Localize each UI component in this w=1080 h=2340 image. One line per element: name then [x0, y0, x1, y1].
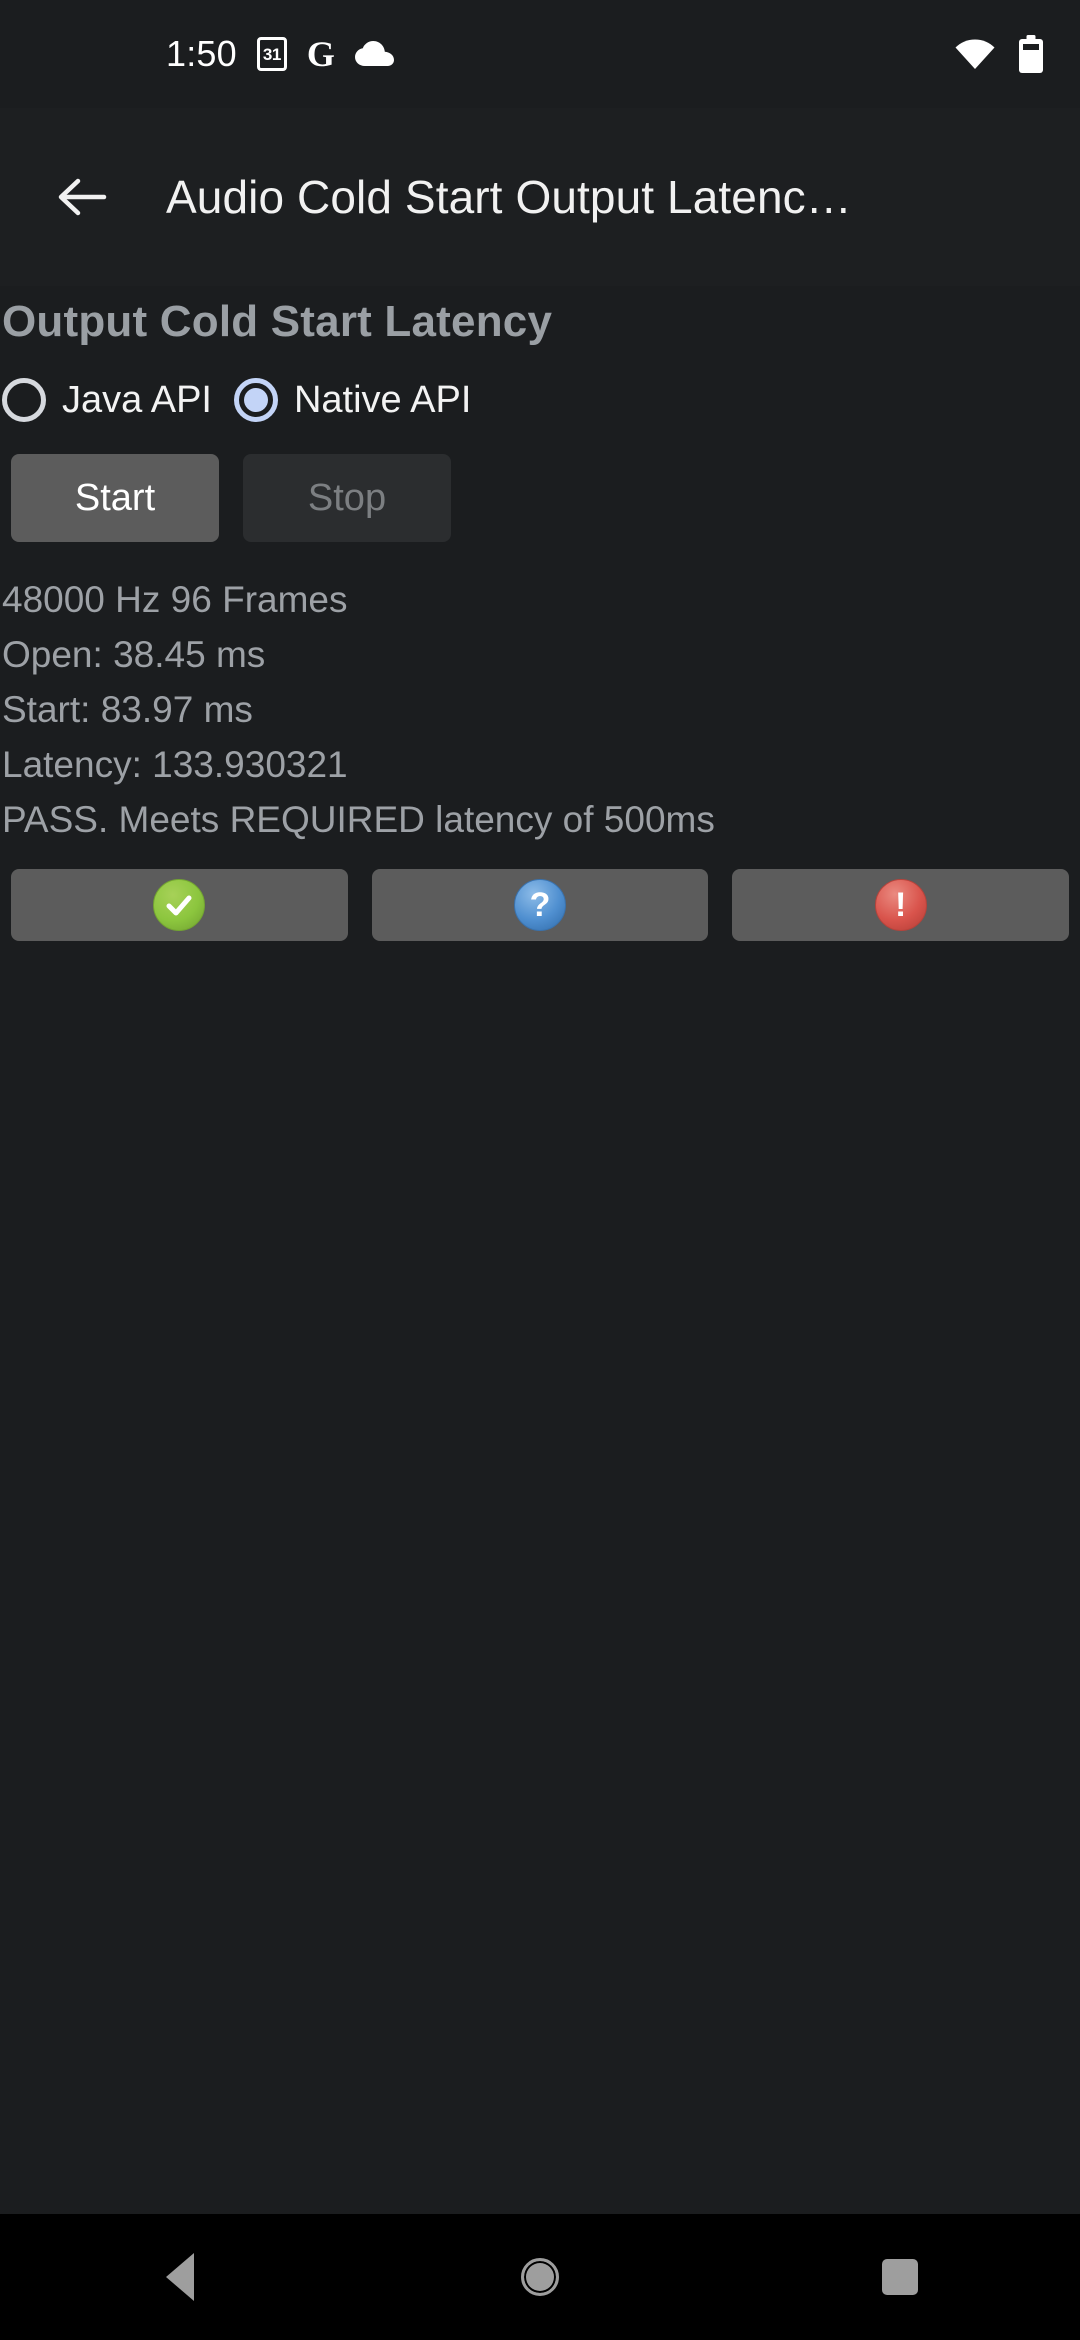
info-button[interactable]: ? — [371, 869, 709, 941]
question-circle-icon: ? — [514, 879, 566, 931]
fail-button[interactable]: ! — [732, 869, 1070, 941]
wifi-icon — [954, 38, 996, 70]
result-line-start: Start: 83.97 ms — [2, 689, 253, 730]
exclamation-circle-icon: ! — [874, 879, 927, 931]
radio-java-api[interactable]: Java API — [2, 378, 212, 422]
nav-recents-button[interactable] — [815, 2214, 985, 2340]
nav-home-button[interactable] — [455, 2214, 625, 2340]
result-text-block: 48000 Hz 96 Frames Open: 38.45 ms Start:… — [0, 572, 1080, 847]
radio-java-api-label: Java API — [62, 379, 212, 421]
radio-button-unselected-icon[interactable] — [2, 378, 46, 422]
result-line-verdict: PASS. Meets REQUIRED latency of 500ms — [2, 799, 715, 840]
radio-native-api[interactable]: Native API — [233, 378, 472, 422]
result-line-sample-rate: 48000 Hz 96 Frames — [2, 579, 348, 620]
result-line-latency: Latency: 133.930321 — [2, 744, 348, 785]
start-button[interactable]: Start — [11, 454, 219, 542]
status-bar-left: 1:50 31 G — [166, 36, 395, 72]
status-button-row: ? ! — [0, 869, 1080, 941]
main-content: Output Cold Start Latency Java API Nativ… — [0, 286, 1080, 941]
stop-button: Stop — [243, 454, 451, 542]
api-radio-group: Java API Native API — [0, 378, 1080, 422]
android-navigation-bar — [0, 2214, 1080, 2340]
radio-native-api-label: Native API — [293, 379, 472, 421]
circle-home-icon — [521, 2258, 559, 2296]
transport-button-row: Start Stop — [0, 454, 1080, 542]
app-bar-title: Audio Cold Start Output Latenc… — [166, 171, 852, 223]
cloud-icon — [354, 41, 395, 67]
calendar-day-number: 31 — [262, 44, 281, 64]
battery-icon — [1018, 35, 1044, 73]
status-clock: 1:50 — [166, 33, 237, 74]
nav-back-button[interactable] — [95, 2214, 265, 2340]
check-circle-icon — [153, 879, 206, 931]
status-bar: 1:50 31 G — [0, 0, 1080, 108]
result-line-open: Open: 38.45 ms — [2, 634, 266, 675]
back-button[interactable] — [40, 155, 124, 239]
phone-screen: 1:50 31 G Audio Cold Start Output Latenc… — [0, 0, 1080, 2340]
calendar-icon: 31 — [256, 37, 287, 71]
status-bar-right — [954, 35, 1044, 73]
triangle-back-icon — [166, 2253, 194, 2301]
app-bar: Audio Cold Start Output Latenc… — [0, 108, 1080, 286]
page-title: Output Cold Start Latency — [2, 297, 553, 346]
square-recents-icon — [882, 2259, 918, 2295]
radio-button-selected-icon[interactable] — [233, 378, 278, 422]
google-icon: G — [306, 34, 335, 74]
pass-button[interactable] — [11, 869, 348, 941]
